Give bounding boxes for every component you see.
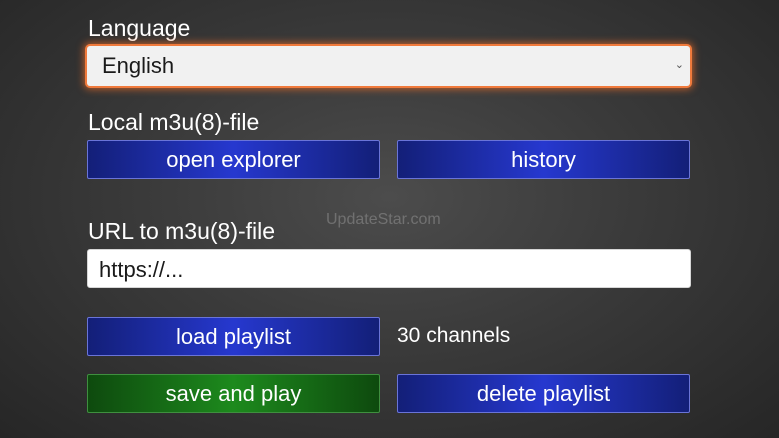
delete-playlist-button[interactable]: delete playlist: [397, 374, 690, 413]
channel-count-text: 30 channels: [397, 324, 511, 347]
chevron-down-icon: ⌄: [674, 59, 684, 71]
url-input-value: https://...: [99, 257, 184, 282]
url-label: URL to m3u(8)-file: [88, 218, 276, 244]
url-input[interactable]: https://...: [87, 249, 691, 288]
language-select[interactable]: English ⌄: [87, 46, 690, 86]
local-file-label: Local m3u(8)-file: [88, 109, 260, 135]
open-explorer-button[interactable]: open explorer: [87, 140, 380, 179]
language-label: Language: [88, 15, 191, 41]
history-button[interactable]: history: [397, 140, 690, 179]
save-and-play-button[interactable]: save and play: [87, 374, 380, 413]
load-playlist-button[interactable]: load playlist: [87, 317, 380, 356]
language-selected-value: English: [102, 53, 175, 78]
watermark-text: UpdateStar.com: [326, 211, 441, 228]
